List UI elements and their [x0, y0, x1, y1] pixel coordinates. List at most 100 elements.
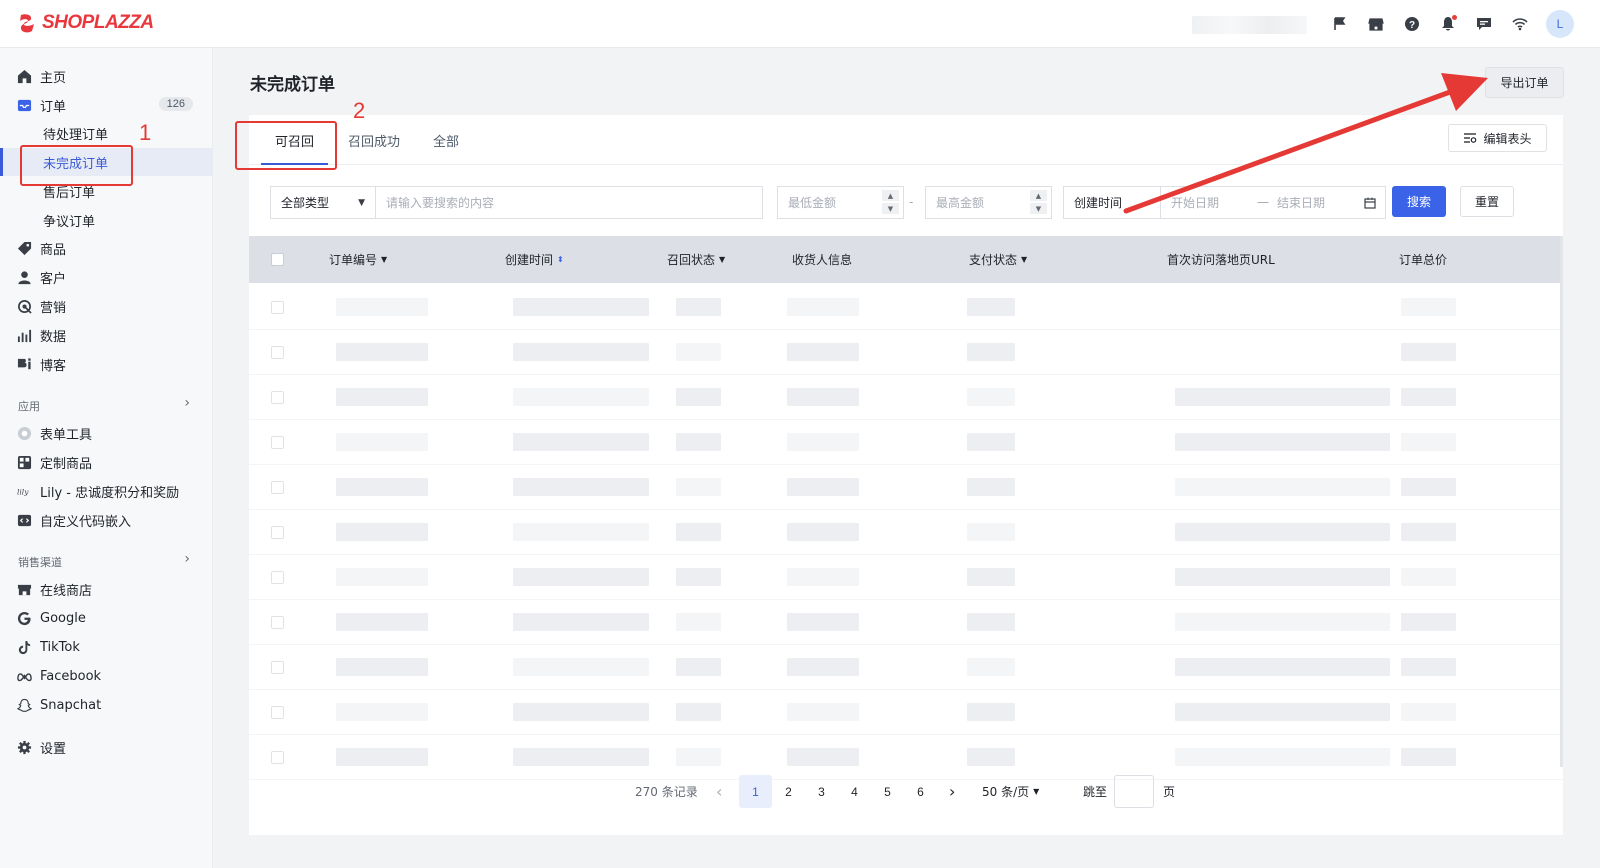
- max-amount-input[interactable]: 最高金额 ▲ ▼: [925, 186, 1052, 219]
- sidebar-item-settings[interactable]: 设置: [0, 733, 213, 761]
- max-amount-stepper[interactable]: ▲ ▼: [1030, 190, 1047, 214]
- row-checkbox[interactable]: [271, 301, 284, 314]
- stepper-down-icon[interactable]: ▼: [1030, 203, 1047, 214]
- wifi-icon[interactable]: [1510, 14, 1530, 34]
- code-icon: [16, 512, 32, 528]
- sidebar-channel-tiktok[interactable]: TikTok: [0, 633, 213, 661]
- stepper-down-icon[interactable]: ▼: [882, 203, 899, 214]
- time-field-select[interactable]: 创建时间: [1063, 186, 1161, 219]
- min-amount-input[interactable]: 最低金额 ▲ ▼: [777, 186, 904, 219]
- page-1[interactable]: 1: [739, 775, 772, 808]
- sidebar-channel-facebook[interactable]: Facebook: [0, 662, 213, 690]
- user-avatar[interactable]: L: [1546, 10, 1574, 38]
- redacted-cell: [1175, 748, 1390, 766]
- min-amount-stepper[interactable]: ▲ ▼: [882, 190, 899, 214]
- stepper-up-icon[interactable]: ▲: [1030, 190, 1047, 201]
- sidebar-item-products[interactable]: 商品: [0, 234, 213, 262]
- edit-table-header-button[interactable]: 编辑表头: [1448, 124, 1547, 152]
- caret-down-icon[interactable]: ▼: [719, 255, 725, 264]
- row-checkbox[interactable]: [271, 661, 284, 674]
- chevron-right-icon[interactable]: ›: [184, 395, 190, 411]
- sidebar-item-home[interactable]: 主页: [0, 62, 213, 90]
- sidebar-item-customers[interactable]: 客户: [0, 263, 213, 291]
- redacted-cell: [1175, 568, 1390, 586]
- sidebar-item-blog[interactable]: 博客: [0, 350, 213, 378]
- row-checkbox[interactable]: [271, 481, 284, 494]
- date-range-picker[interactable]: 开始日期 一 结束日期: [1160, 186, 1386, 219]
- row-checkbox[interactable]: [271, 616, 284, 629]
- row-checkbox[interactable]: [271, 706, 284, 719]
- redacted-cell: [676, 703, 721, 721]
- help-icon[interactable]: ?: [1402, 14, 1422, 34]
- sidebar-app-custom-code[interactable]: 自定义代码嵌入: [0, 506, 213, 534]
- table-scrollbar[interactable]: [1560, 236, 1563, 767]
- row-checkbox[interactable]: [271, 526, 284, 539]
- next-page-icon[interactable]: ›: [949, 775, 955, 808]
- export-orders-button[interactable]: 导出订单: [1485, 67, 1564, 98]
- table-row[interactable]: [249, 690, 1563, 735]
- message-icon[interactable]: [1474, 14, 1494, 34]
- sidebar-channel-google[interactable]: Google: [0, 604, 213, 632]
- sidebar-app-form-tool[interactable]: 表单工具: [0, 419, 213, 447]
- brand-logo[interactable]: SHOPLAZZA: [16, 12, 154, 34]
- table-row[interactable]: [249, 465, 1563, 510]
- sidebar-item-marketing[interactable]: 营销: [0, 292, 213, 320]
- redacted-cell: [1175, 703, 1390, 721]
- sidebar-item-analytics[interactable]: 数据: [0, 321, 213, 349]
- table-row[interactable]: [249, 375, 1563, 420]
- page-size-select[interactable]: 50 条/页 ▼: [982, 775, 1039, 808]
- row-checkbox[interactable]: [271, 436, 284, 449]
- select-all-checkbox[interactable]: [271, 236, 284, 283]
- table-row[interactable]: [249, 330, 1563, 375]
- custom-product-icon: [16, 454, 32, 470]
- bell-icon[interactable]: [1438, 14, 1458, 34]
- tiktok-icon: [16, 639, 32, 655]
- column-payment-status[interactable]: 支付状态 ▼: [969, 236, 1027, 283]
- annotation-box-1: [20, 145, 133, 186]
- prev-page-icon[interactable]: ‹: [716, 775, 722, 808]
- sort-icon[interactable]: ⬍: [557, 255, 564, 264]
- sidebar-subitem-label: 待处理订单: [43, 127, 109, 143]
- reset-button[interactable]: 重置: [1460, 186, 1514, 217]
- sidebar-subitem-dispute-orders[interactable]: 争议订单: [0, 206, 213, 234]
- sidebar-channel-snapchat[interactable]: Snapchat: [0, 691, 213, 719]
- page-5[interactable]: 5: [871, 775, 904, 808]
- row-checkbox[interactable]: [271, 346, 284, 359]
- page-3[interactable]: 3: [805, 775, 838, 808]
- row-checkbox[interactable]: [271, 391, 284, 404]
- search-input[interactable]: 请输入要搜索的内容: [375, 186, 763, 219]
- lily-icon: lily: [16, 483, 32, 499]
- table-row[interactable]: [249, 600, 1563, 645]
- table-row[interactable]: [249, 510, 1563, 555]
- chevron-right-icon[interactable]: ›: [184, 551, 190, 567]
- table-row[interactable]: [249, 645, 1563, 690]
- table-row[interactable]: [249, 420, 1563, 465]
- table-row[interactable]: [249, 735, 1563, 780]
- redacted-cell: [967, 478, 1015, 496]
- stepper-up-icon[interactable]: ▲: [882, 190, 899, 201]
- row-checkbox[interactable]: [271, 751, 284, 764]
- search-button[interactable]: 搜索: [1392, 186, 1446, 217]
- page-4[interactable]: 4: [838, 775, 871, 808]
- table-row[interactable]: [249, 555, 1563, 600]
- sidebar-app-lily[interactable]: lily Lily - 忠诚度积分和奖励: [0, 477, 213, 505]
- column-order-number[interactable]: 订单编号 ▼: [329, 236, 387, 283]
- page-2[interactable]: 2: [772, 775, 805, 808]
- column-recovery-status[interactable]: 召回状态 ▼: [667, 236, 725, 283]
- caret-down-icon[interactable]: ▼: [381, 255, 387, 264]
- caret-down-icon[interactable]: ▼: [1021, 255, 1027, 264]
- order-type-select[interactable]: 全部类型 ▼: [270, 186, 376, 219]
- jump-page-input[interactable]: [1114, 775, 1154, 808]
- column-created-time[interactable]: 创建时间 ⬍: [505, 236, 564, 283]
- tab-all[interactable]: 全部: [433, 115, 459, 165]
- tab-label: 全部: [433, 134, 460, 150]
- row-checkbox[interactable]: [271, 571, 284, 584]
- store-icon[interactable]: [1366, 14, 1386, 34]
- sidebar-app-custom-product[interactable]: 定制商品: [0, 448, 213, 476]
- sidebar-item-orders[interactable]: 订单 126: [0, 91, 213, 119]
- page-6[interactable]: 6: [904, 775, 937, 808]
- table-row[interactable]: [249, 285, 1563, 330]
- flag-icon[interactable]: [1330, 14, 1350, 34]
- sidebar-subitem-pending-orders[interactable]: 待处理订单: [0, 119, 213, 147]
- sidebar-channel-online-store[interactable]: 在线商店: [0, 575, 213, 603]
